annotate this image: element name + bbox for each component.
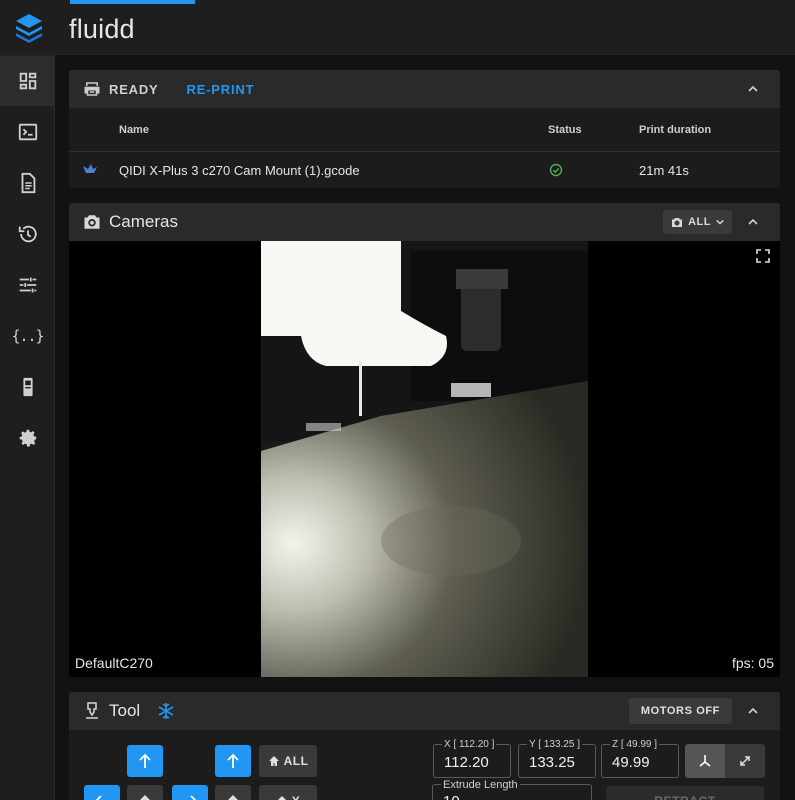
jog-mode-expand-button[interactable] xyxy=(725,744,765,778)
home-x-label: X xyxy=(292,794,301,800)
column-name: Name xyxy=(119,124,149,136)
arrow-up-icon xyxy=(227,753,239,768)
axis-arrow-icon xyxy=(699,755,711,767)
home-x-button[interactable]: X xyxy=(259,785,317,800)
arrow-left-icon xyxy=(95,795,102,800)
home-all-button[interactable]: ALL xyxy=(259,745,317,777)
arrow-up-icon xyxy=(139,753,151,768)
app-bar: fluidd xyxy=(0,0,795,55)
home-icon xyxy=(228,795,238,800)
job-filename: QIDI X-Plus 3 c270 Cam Mount (1).gcode xyxy=(119,163,360,178)
z-position-value: 49.99 xyxy=(612,754,650,771)
gear-icon xyxy=(19,429,36,447)
x-position-value: 112.20 xyxy=(444,754,489,771)
y-position-value: 133.25 xyxy=(529,754,575,771)
arrow-right-icon xyxy=(190,795,197,800)
chevron-up-icon[interactable] xyxy=(748,706,758,716)
y-position-label: Y [ 133.25 ] xyxy=(527,739,582,750)
extrude-length-value: 10 xyxy=(443,793,460,800)
sidebar-item-console[interactable] xyxy=(0,107,55,157)
motors-off-button[interactable]: MOTORS OFF xyxy=(628,698,732,724)
extrude-length-unit: mm xyxy=(557,795,579,800)
app-title[interactable]: fluidd xyxy=(69,14,135,45)
reprint-button[interactable]: RE-PRINT xyxy=(187,82,255,97)
column-print-duration: Print duration xyxy=(639,124,712,136)
camera-filter-label: ALL xyxy=(688,216,711,228)
fullscreen-icon[interactable] xyxy=(756,249,770,263)
active-tab-indicator xyxy=(70,0,195,4)
z-position-field[interactable]: Z [ 49.99 ] 49.99 xyxy=(601,739,679,778)
printer-3d-icon xyxy=(84,82,100,96)
camera-icon xyxy=(84,215,100,229)
tune-icon xyxy=(19,277,36,293)
home-icon xyxy=(140,795,150,800)
camera-feed-image xyxy=(261,241,588,677)
code-braces-icon: {..} xyxy=(11,327,44,345)
home-icon xyxy=(277,796,286,800)
file-thumbnail-icon xyxy=(83,164,97,173)
camera-name: DefaultC270 xyxy=(75,655,153,671)
camera-fps: fps: 05 xyxy=(731,655,774,671)
check-circle-icon xyxy=(549,163,563,177)
fluidd-logo-icon[interactable] xyxy=(14,12,44,46)
extrude-length-label: Extrude Length xyxy=(441,779,520,791)
tool-card-header: Tool MOTORS OFF xyxy=(69,692,780,730)
sidebar-item-tune[interactable] xyxy=(0,260,55,310)
sidebar-item-history[interactable] xyxy=(0,209,55,259)
file-document-icon xyxy=(21,172,35,194)
history-icon xyxy=(18,225,37,243)
jog-y-plus-button[interactable] xyxy=(127,745,163,777)
jog-x-plus-button[interactable] xyxy=(172,785,208,800)
sidebar-item-settings[interactable] xyxy=(0,413,55,463)
camera-icon xyxy=(672,217,683,227)
z-position-label: Z [ 49.99 ] xyxy=(610,739,660,750)
chevron-up-icon[interactable] xyxy=(748,217,758,227)
jog-z-plus-button[interactable] xyxy=(215,745,251,777)
extrude-length-field[interactable]: Extrude Length 10 mm xyxy=(432,779,592,800)
job-duration: 21m 41s xyxy=(639,163,689,178)
x-position-field[interactable]: X [ 112.20 ] 112.20 xyxy=(433,739,511,778)
cameras-card: Cameras ALL DefaultC270 fps: 05 xyxy=(69,203,780,677)
tool-title: Tool xyxy=(109,701,141,720)
table-row[interactable]: QIDI X-Plus 3 c270 Cam Mount (1).gcode 2… xyxy=(69,152,780,188)
home-xy-button[interactable] xyxy=(127,785,163,800)
chevron-down-icon xyxy=(716,219,724,225)
cameras-title: Cameras xyxy=(109,212,178,231)
dashboard-icon xyxy=(19,72,36,90)
console-icon xyxy=(18,123,37,141)
sidebar-item-jobs[interactable] xyxy=(0,158,55,208)
y-position-field[interactable]: Y [ 133.25 ] 133.25 xyxy=(518,739,596,778)
jog-x-minus-button[interactable] xyxy=(84,785,120,800)
sidebar-item-dashboard[interactable] xyxy=(0,56,55,106)
status-card: READY RE-PRINT Name Status Print duratio… xyxy=(69,70,780,188)
sidebar: {..} xyxy=(0,55,55,800)
retract-button[interactable]: RETRACT xyxy=(606,786,764,800)
sidebar-item-system[interactable] xyxy=(0,362,55,412)
device-icon xyxy=(22,377,33,397)
sidebar-item-macros[interactable]: {..} xyxy=(0,311,55,361)
arrow-expand-icon xyxy=(740,756,750,766)
home-icon xyxy=(268,756,279,766)
cameras-card-header: Cameras ALL xyxy=(69,203,780,241)
printer-nozzle-icon xyxy=(86,702,98,719)
home-all-label: ALL xyxy=(283,754,309,768)
column-status: Status xyxy=(548,124,582,136)
x-position-label: X [ 112.20 ] xyxy=(442,739,497,750)
printer-state: READY xyxy=(109,81,159,97)
jog-mode-toggle[interactable] xyxy=(685,744,765,778)
jobs-table-header: Name Status Print duration xyxy=(69,108,780,152)
status-card-header: READY RE-PRINT xyxy=(69,70,780,108)
camera-view[interactable]: DefaultC270 fps: 05 xyxy=(69,241,780,677)
camera-filter-dropdown[interactable]: ALL xyxy=(663,210,732,234)
home-z-button[interactable] xyxy=(215,785,251,800)
snowflake-icon[interactable] xyxy=(156,701,176,721)
jog-mode-axes-button[interactable] xyxy=(685,744,725,778)
chevron-up-icon[interactable] xyxy=(748,84,758,94)
